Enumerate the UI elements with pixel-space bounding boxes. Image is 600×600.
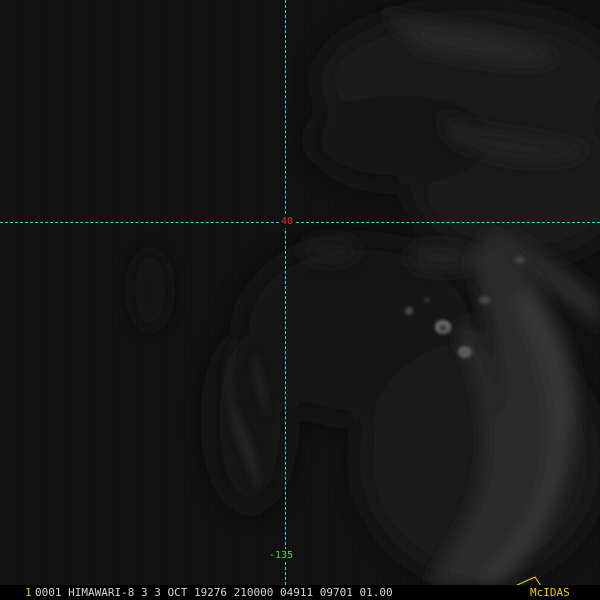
longitude-label: -135: [268, 549, 295, 562]
latitude-label: 40: [280, 215, 295, 228]
frame-number: 1: [25, 586, 32, 599]
latitude-grid-line: [0, 222, 600, 223]
satellite-image-viewer: 40 -135 1 0001 HIMAWARI-8 3 3 OCT 19276 …: [0, 0, 600, 600]
longitude-grid-line: [285, 0, 286, 585]
image-info-text: 0001 HIMAWARI-8 3 3 OCT 19276 210000 049…: [35, 586, 393, 599]
status-bar: 1 0001 HIMAWARI-8 3 3 OCT 19276 210000 0…: [0, 585, 600, 600]
brand-label: McIDAS: [530, 586, 570, 599]
satellite-cloud-imagery: [0, 0, 600, 585]
